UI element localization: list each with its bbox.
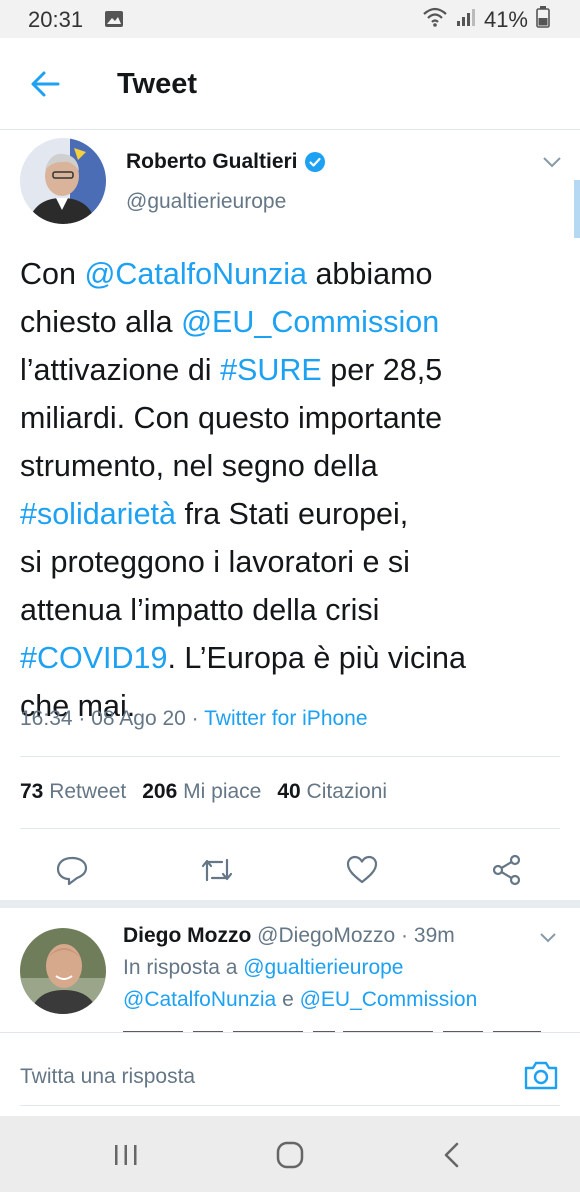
gallery-notification-icon <box>104 10 124 33</box>
tweet-text-line: si proteggono i lavoratori e si <box>20 538 568 586</box>
in-reply-to-continued: @CatalfoNunzia e @EU_Commission <box>123 988 478 1011</box>
scrollbar[interactable] <box>574 180 580 238</box>
tweet-text-segment: si proteggono i lavoratori e si <box>20 545 410 579</box>
tweet-text-line: attenua l’impatto della crisi <box>20 586 568 634</box>
system-nav-bar <box>0 1116 580 1192</box>
share-button[interactable] <box>485 848 529 892</box>
reply-options-chevron-icon[interactable] <box>538 930 558 946</box>
hashtag-link[interactable]: #SURE <box>220 353 322 387</box>
quotes-stat[interactable]: 40 Citazioni <box>277 780 387 804</box>
compose-divider <box>20 1105 560 1106</box>
tweet-text-segment: . L’Europa è più vicina <box>167 641 466 675</box>
recent-apps-icon <box>115 1145 137 1165</box>
tweet-text-segment: Con <box>20 257 85 291</box>
share-icon <box>492 854 521 886</box>
mention-link[interactable]: @CatalfoNunzia <box>84 257 307 291</box>
mention-link[interactable]: @EU_Commission <box>300 988 478 1011</box>
hashtag-link[interactable]: #solidarietà <box>20 497 176 531</box>
tweet-text-segment: chiesto alla <box>20 305 182 339</box>
app-bar: Tweet <box>0 38 580 130</box>
divider <box>20 756 560 757</box>
mention-link[interactable]: @EU_Commission <box>181 305 439 339</box>
heart-icon <box>346 855 378 884</box>
back-arrow-icon <box>31 71 60 97</box>
camera-button[interactable] <box>523 1058 559 1092</box>
tweet-actions <box>0 848 580 908</box>
tweet-text-line: Con @CatalfoNunzia abbiamo <box>20 250 568 298</box>
status-time: 20:31 <box>28 7 84 32</box>
tweet-date: 08 Ago 20 <box>91 707 186 730</box>
tweet-text-segment: abbiamo <box>306 257 433 291</box>
tweet-text-line: chiesto alla @EU_Commission <box>20 298 568 346</box>
author-handle[interactable]: @gualtierieurope <box>126 190 286 214</box>
tweet-text-segment: miliardi. Con questo importante <box>20 401 443 435</box>
tweet-text-segment: fra Stati europei, <box>176 497 409 531</box>
mention-link[interactable]: @gualtierieurope <box>243 956 403 979</box>
divider <box>20 828 560 829</box>
recent-apps-button[interactable] <box>106 1138 146 1172</box>
tweet-time: 16:34 <box>20 707 73 730</box>
reply-header: Diego Mozzo @DiegoMozzo · 39m <box>123 924 455 947</box>
tweet-text-line: #solidarietà fra Stati europei, <box>20 490 568 538</box>
reply-text-clipped <box>123 1021 543 1032</box>
retweet-icon <box>201 858 233 882</box>
tweet-text-line: #COVID19. L’Europa è più vicina <box>20 634 568 682</box>
reply-tweet[interactable]: Diego Mozzo @DiegoMozzo · 39m In rispost… <box>0 908 580 1032</box>
back-button[interactable] <box>26 66 66 102</box>
hashtag-link[interactable]: #COVID19 <box>20 641 167 675</box>
tweet-source-link[interactable]: Twitter for iPhone <box>204 707 367 730</box>
tweet-text-line: strumento, nel segno della <box>20 442 568 490</box>
status-bar: 20:31 41% <box>0 0 580 38</box>
tweet-text-line: miliardi. Con questo importante <box>20 394 568 442</box>
tweet-text-line: l’attivazione di #SURE per 28,5 <box>20 346 568 394</box>
battery-level: 41% <box>483 7 528 32</box>
in-reply-to: In risposta a @gualtierieurope <box>123 956 404 979</box>
verified-badge-icon <box>304 152 325 172</box>
like-button[interactable] <box>340 848 384 892</box>
retweets-stat[interactable]: 73 Retweet <box>20 780 126 804</box>
reply-author-avatar[interactable] <box>20 928 106 1014</box>
retweet-button[interactable] <box>195 848 239 892</box>
tweet-options-chevron-icon[interactable] <box>540 152 564 172</box>
tweet-text-segment: per 28,5 <box>321 353 443 387</box>
author-name-text: Roberto Gualtieri <box>126 150 298 173</box>
tweet-text: Con @CatalfoNunzia abbiamo chiesto alla @… <box>20 250 568 730</box>
reply-icon <box>56 856 88 886</box>
tweet-text-segment: strumento, nel segno della <box>20 449 378 483</box>
reply-author-name[interactable]: Diego Mozzo <box>123 924 251 947</box>
signal-icon <box>456 7 476 33</box>
reply-compose-bar: Twitta una risposta <box>0 1032 580 1116</box>
home-button[interactable] <box>270 1138 310 1172</box>
battery-icon <box>536 6 550 34</box>
home-icon <box>276 1141 304 1169</box>
wifi-icon <box>422 7 448 33</box>
back-nav-icon <box>444 1142 459 1168</box>
reply-button[interactable] <box>50 848 94 892</box>
page-title: Tweet <box>117 68 198 100</box>
tweet-meta: 16:34 · 08 Ago 20 · Twitter for iPhone <box>20 707 368 730</box>
reply-input[interactable]: Twitta una risposta <box>20 1065 195 1089</box>
section-separator <box>0 900 580 908</box>
back-nav-button[interactable] <box>432 1138 472 1172</box>
camera-icon <box>524 1061 558 1090</box>
tweet-text-segment: l’attivazione di <box>20 353 221 387</box>
tweet-stats: 73 Retweet 206 Mi piace 40 Citazioni <box>20 780 387 804</box>
tweet-text-segment: attenua l’impatto della crisi <box>20 593 380 627</box>
reply-age: 39m <box>413 924 455 947</box>
author-name[interactable]: Roberto Gualtieri <box>126 150 326 174</box>
reply-author-handle[interactable]: @DiegoMozzo <box>257 924 395 947</box>
mention-link[interactable]: @CatalfoNunzia <box>123 988 276 1011</box>
author-avatar[interactable] <box>20 138 106 224</box>
likes-stat[interactable]: 206 Mi piace <box>142 780 261 804</box>
